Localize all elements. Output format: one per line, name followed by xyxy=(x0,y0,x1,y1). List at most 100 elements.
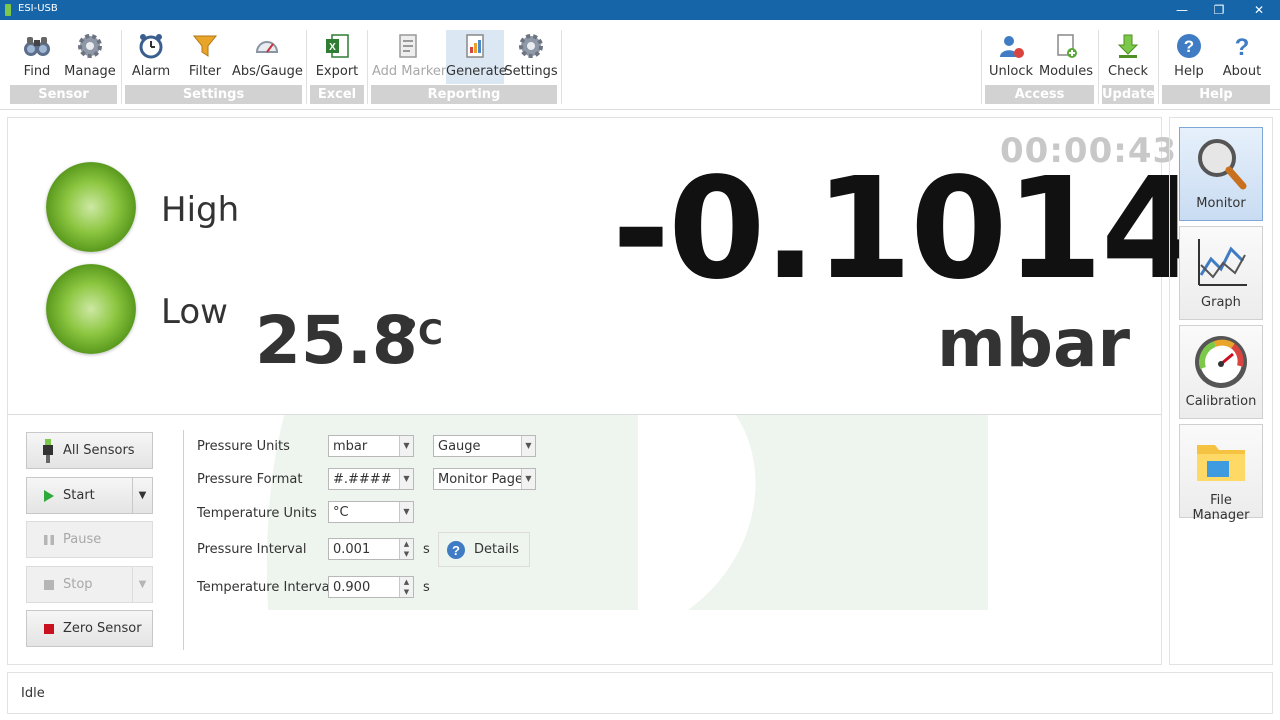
find-button[interactable]: Find xyxy=(14,30,60,84)
minimize-button[interactable]: — xyxy=(1162,0,1202,20)
spinner-arrows-icon[interactable]: ▲ ▼ xyxy=(399,539,413,559)
zero-sensor-button[interactable]: Zero Sensor xyxy=(26,610,153,647)
group-access: Access xyxy=(985,85,1094,104)
pressure-interval-label: Pressure Interval xyxy=(197,542,307,557)
high-indicator-led xyxy=(46,162,136,252)
temperature-units-select[interactable]: °C ▼ xyxy=(328,501,414,523)
all-sensors-label: All Sensors xyxy=(63,443,135,458)
speedometer-icon xyxy=(1195,336,1247,388)
sensor-probe-icon xyxy=(43,438,53,463)
low-label: Low xyxy=(161,292,228,332)
about-button[interactable]: ? About xyxy=(1218,30,1266,84)
start-label: Start xyxy=(63,488,95,503)
pressure-reading: -0.1014 xyxy=(612,148,1198,311)
ribbon-separator xyxy=(1158,30,1159,104)
folder-icon xyxy=(1197,445,1245,481)
pressure-units-label: Pressure Units xyxy=(197,439,290,454)
calibration-view-label: Calibration xyxy=(1185,394,1257,409)
close-button[interactable]: ✕ xyxy=(1239,0,1279,20)
filter-button[interactable]: Filter xyxy=(184,30,226,84)
pause-label: Pause xyxy=(63,532,102,547)
graph-view-button[interactable]: Graph xyxy=(1179,226,1263,320)
pressure-unit: mbar xyxy=(937,305,1131,382)
ribbon-toolbar: Find Manage Sensor Alarm Filter Abs/Gaug… xyxy=(0,20,1280,110)
file-manager-view-button[interactable]: File Manager xyxy=(1179,424,1263,523)
details-label: Details xyxy=(474,542,520,557)
group-help: Help xyxy=(1162,85,1270,104)
export-button[interactable]: X Export xyxy=(314,30,360,84)
start-dropdown-arrow[interactable]: ▼ xyxy=(132,478,152,513)
pressure-type-value: Gauge xyxy=(438,439,481,454)
abs-gauge-label: Abs/Gauge xyxy=(232,64,303,79)
spinner-arrows-icon[interactable]: ▲ ▼ xyxy=(399,577,413,597)
pause-button[interactable]: Pause xyxy=(26,521,153,558)
binoculars-icon xyxy=(24,37,50,56)
marker-report-icon xyxy=(399,34,417,58)
svg-text:?: ? xyxy=(1235,34,1250,60)
pressure-format-value: #.#### xyxy=(333,472,392,487)
pressure-units-select[interactable]: mbar ▼ xyxy=(328,435,414,457)
format-target-select[interactable]: Monitor Page ▼ xyxy=(433,468,536,490)
help-icon: ? xyxy=(1177,34,1201,58)
add-marker-button[interactable]: Add Marker xyxy=(372,30,446,84)
monitor-view-button[interactable]: Monitor xyxy=(1179,127,1263,221)
stop-button[interactable]: Stop ▼ xyxy=(26,566,153,603)
add-module-icon xyxy=(1057,34,1077,58)
modules-button[interactable]: Modules xyxy=(1038,30,1094,84)
alarm-button[interactable]: Alarm xyxy=(128,30,174,84)
chevron-down-icon: ▼ xyxy=(521,469,535,489)
calibration-view-button[interactable]: Calibration xyxy=(1179,325,1263,419)
help-button[interactable]: ? Help xyxy=(1166,30,1212,84)
restore-button[interactable]: ❐ xyxy=(1199,0,1239,20)
find-label: Find xyxy=(23,64,51,79)
abs-gauge-button[interactable]: Abs/Gauge xyxy=(232,30,303,84)
pressure-interval-unit: s xyxy=(423,542,430,557)
file-manager-view-label: File Manager xyxy=(1192,493,1250,523)
group-update: Update xyxy=(1102,85,1155,104)
temperature-interval-unit: s xyxy=(423,580,430,595)
question-mark-icon: ? xyxy=(1235,34,1250,60)
unlock-label: Unlock xyxy=(989,64,1033,79)
svg-text:?: ? xyxy=(452,543,460,558)
play-icon xyxy=(44,489,54,502)
report-chart-icon xyxy=(466,34,484,58)
gear-icon xyxy=(78,34,102,58)
manage-button[interactable]: Manage xyxy=(62,30,118,84)
generate-button[interactable]: Generate xyxy=(446,30,507,84)
group-excel: Excel xyxy=(310,85,364,104)
details-button[interactable]: ? Details xyxy=(438,532,530,567)
magnifier-icon xyxy=(1198,139,1247,190)
start-button[interactable]: Start ▼ xyxy=(26,477,153,514)
status-bar: Idle xyxy=(7,672,1273,714)
stop-dropdown-arrow[interactable]: ▼ xyxy=(132,567,152,602)
pressure-interval-input[interactable]: 0.001 ▲ ▼ xyxy=(328,538,414,560)
alarm-clock-icon xyxy=(139,34,163,59)
zero-sensor-label: Zero Sensor xyxy=(63,621,142,636)
download-arrow-icon xyxy=(1117,34,1139,58)
filter-funnel-icon xyxy=(192,35,218,57)
report-settings-button[interactable]: Settings xyxy=(504,30,558,84)
monitor-view-label: Monitor xyxy=(1196,196,1246,211)
help-label: Help xyxy=(1174,64,1204,79)
group-reporting: Reporting xyxy=(371,85,557,104)
modules-label: Modules xyxy=(1038,64,1094,79)
chevron-down-icon: ▼ xyxy=(399,502,413,522)
stop-icon xyxy=(44,579,54,590)
zero-stop-icon xyxy=(44,623,54,634)
check-button[interactable]: Check xyxy=(1105,30,1151,84)
status-text: Idle xyxy=(21,686,45,701)
temperature-interval-input[interactable]: 0.900 ▲ ▼ xyxy=(328,576,414,598)
svg-text:X: X xyxy=(329,42,336,53)
stop-label: Stop xyxy=(63,577,93,592)
all-sensors-button[interactable]: All Sensors xyxy=(26,432,153,469)
unlock-user-icon xyxy=(1000,36,1024,58)
pressure-format-select[interactable]: #.#### ▼ xyxy=(328,468,414,490)
pressure-interval-value: 0.001 xyxy=(333,542,371,557)
line-graph-icon xyxy=(1198,239,1247,286)
pressure-type-select[interactable]: Gauge ▼ xyxy=(433,435,536,457)
filter-label: Filter xyxy=(188,64,222,79)
temperature-units-label: Temperature Units xyxy=(197,506,317,521)
high-label: High xyxy=(161,190,240,230)
unlock-button[interactable]: Unlock xyxy=(988,30,1034,84)
temperature-reading: 25.8 xyxy=(255,302,418,379)
